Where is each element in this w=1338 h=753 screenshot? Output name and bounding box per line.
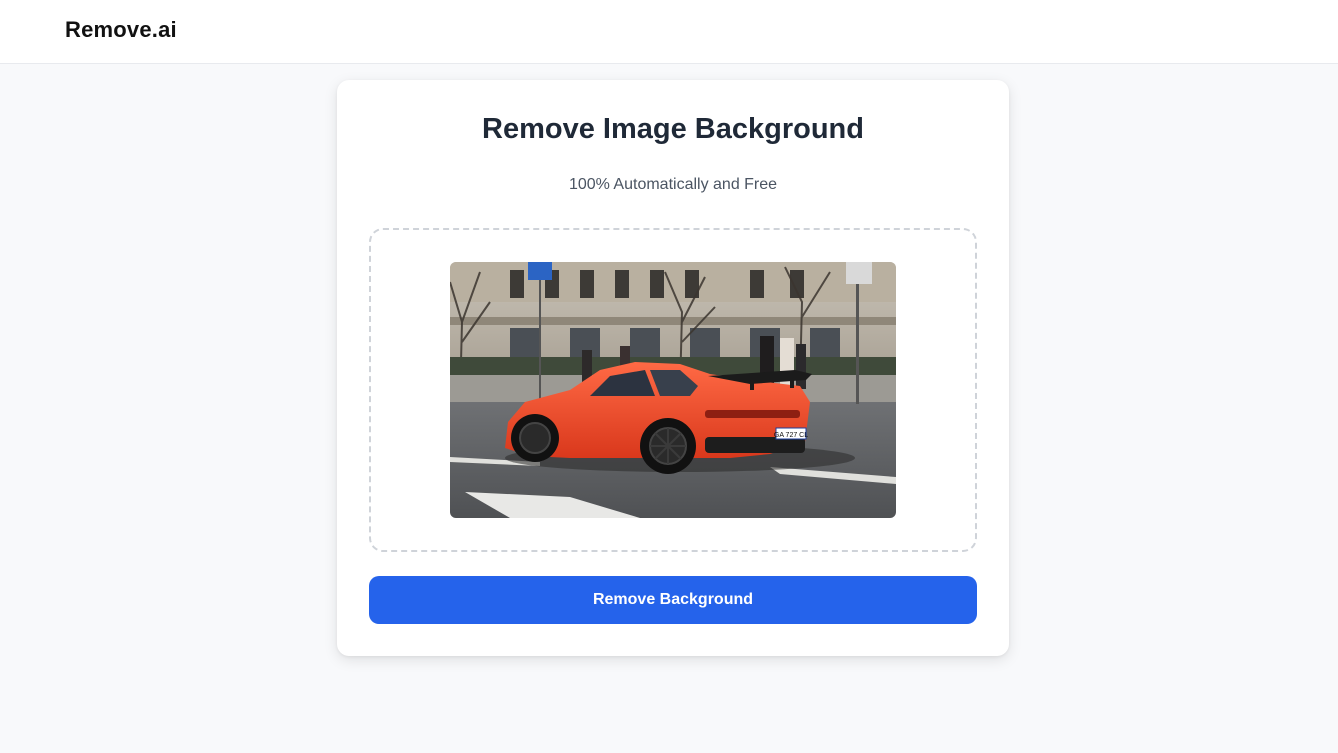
brand-logo[interactable]: Remove.ai — [65, 17, 177, 43]
uploaded-image-preview: GA 727 CL — [450, 262, 896, 518]
upload-card: Remove Image Background 100% Automatical… — [337, 80, 1009, 656]
remove-background-button[interactable]: Remove Background — [369, 576, 977, 624]
license-plate-text: GA 727 CL — [774, 432, 808, 439]
page-subtitle: 100% Automatically and Free — [568, 176, 778, 193]
top-navbar: Remove.ai — [0, 0, 1338, 64]
car-photo-illustration: GA 727 CL — [450, 262, 896, 518]
image-dropzone[interactable]: GA 727 CL — [369, 228, 977, 552]
page-title: Remove Image Background — [482, 113, 864, 145]
